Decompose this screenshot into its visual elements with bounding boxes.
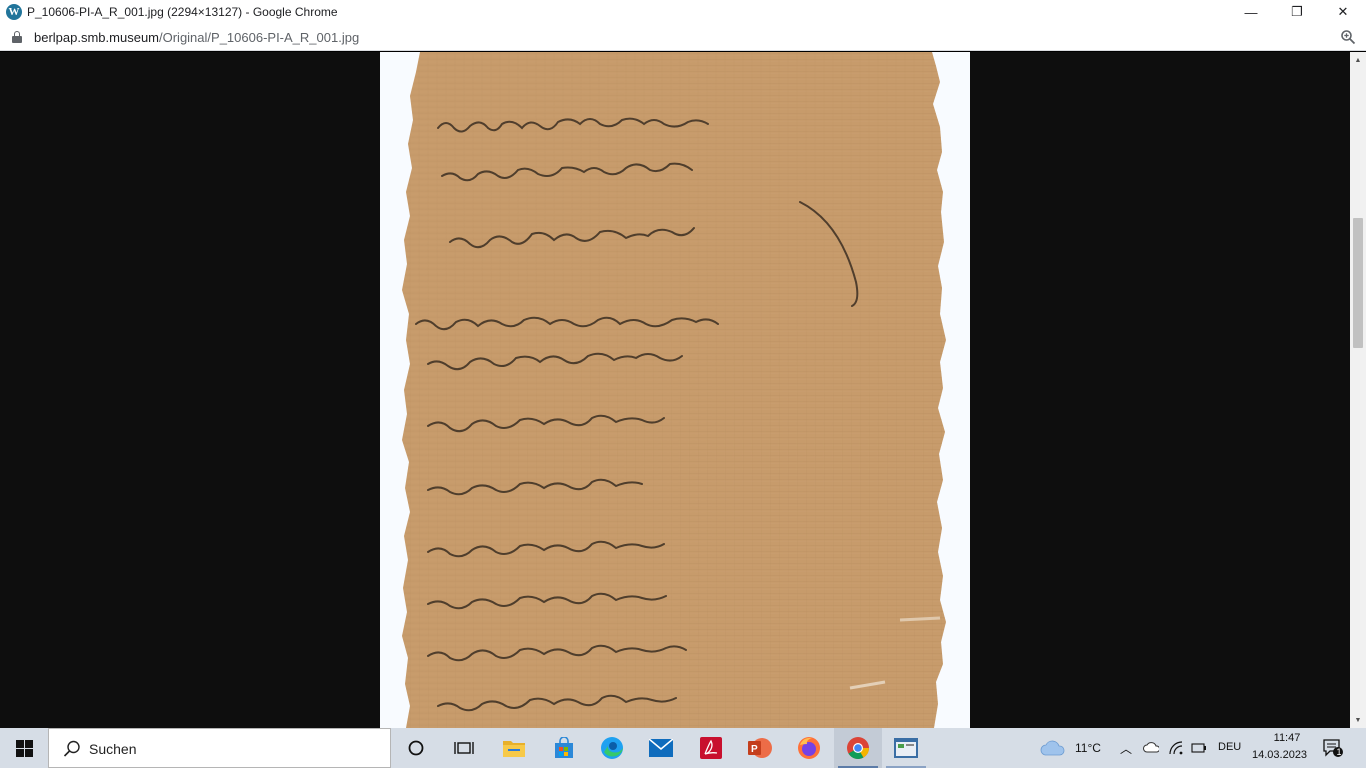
scroll-down-icon[interactable]: ▼ <box>1350 712 1366 728</box>
language-indicator[interactable]: DEU <box>1218 741 1241 753</box>
address-bar[interactable]: berlpap.smb.museum/Original/P_10606-PI-A… <box>0 24 1366 51</box>
close-icon: ✕ <box>1337 4 1349 19</box>
wifi-icon[interactable] <box>1169 741 1183 755</box>
clock-date[interactable]: 14.03.2023 <box>1252 749 1307 761</box>
scrollbar-thumb[interactable] <box>1353 218 1363 348</box>
scroll-up-icon[interactable]: ▲ <box>1350 52 1366 68</box>
store-bag-icon <box>555 737 573 758</box>
weather-widget[interactable] <box>1040 728 1066 768</box>
url-host: berlpap.smb.museum <box>34 30 159 45</box>
app-window-icon <box>894 738 918 758</box>
image-frame <box>380 52 970 728</box>
battery-plug-icon[interactable] <box>1191 742 1207 754</box>
chevron-up-icon[interactable]: ︿ <box>1120 740 1132 757</box>
edge-button[interactable] <box>598 734 626 762</box>
weather-temperature[interactable]: 11°C <box>1075 741 1101 755</box>
pdf-icon <box>700 737 722 759</box>
url-text[interactable]: berlpap.smb.museum/Original/P_10606-PI-A… <box>34 30 359 45</box>
close-button[interactable]: ✕ <box>1320 0 1366 24</box>
cortana-circle-icon <box>408 740 424 756</box>
minimize-button[interactable]: — <box>1228 0 1274 24</box>
lock-icon[interactable] <box>12 31 22 43</box>
chrome-icon <box>847 737 869 759</box>
firefox-button[interactable] <box>795 734 823 762</box>
title-bar: W P_10606-PI-A_R_001.jpg (2294×13127) - … <box>0 0 1366 24</box>
windows-logo-icon <box>15 739 33 757</box>
vertical-scrollbar[interactable]: ▲ ▼ <box>1350 52 1366 728</box>
file-explorer-button[interactable] <box>500 734 528 762</box>
task-view-icon-button[interactable] <box>450 734 478 762</box>
cloud-icon <box>1040 740 1065 756</box>
onedrive-cloud-icon[interactable] <box>1143 742 1159 753</box>
powerpoint-button[interactable]: P <box>746 734 774 762</box>
folder-icon <box>503 741 525 757</box>
window-title: P_10606-PI-A_R_001.jpg (2294×13127) - Go… <box>27 5 338 19</box>
papyrus-image[interactable] <box>380 52 970 728</box>
taskbar-search[interactable]: Suchen <box>48 728 391 768</box>
zoom-icon[interactable] <box>1340 29 1356 45</box>
mail-icon <box>649 739 673 757</box>
edge-icon <box>601 737 623 759</box>
minimize-icon: — <box>1244 4 1258 20</box>
task-view-button[interactable] <box>402 734 430 762</box>
app-window-button[interactable] <box>892 734 920 762</box>
search-placeholder: Suchen <box>89 741 137 757</box>
task-view-icon <box>454 742 474 754</box>
powerpoint-icon: P <box>748 738 772 758</box>
restore-icon: ❐ <box>1291 4 1303 19</box>
search-icon <box>63 740 80 757</box>
wordpress-favicon-icon: W <box>6 4 22 20</box>
acrobat-button[interactable] <box>697 734 725 762</box>
restore-button[interactable]: ❐ <box>1274 0 1320 24</box>
url-path: /Original/P_10606-PI-A_R_001.jpg <box>159 30 360 45</box>
chrome-button[interactable] <box>844 734 872 762</box>
image-viewport[interactable] <box>0 52 1350 728</box>
microsoft-store-button[interactable] <box>550 734 578 762</box>
firefox-icon <box>798 737 820 759</box>
start-button[interactable] <box>0 728 48 768</box>
mail-button[interactable] <box>647 734 675 762</box>
clock-time[interactable]: 11:47 <box>1266 732 1308 744</box>
notification-count: 1 <box>1336 747 1342 757</box>
taskbar: Suchen P 11°C ︿ DEU 11:47 14.03.2023 1 <box>0 728 1366 768</box>
svg-text:P: P <box>751 744 758 755</box>
